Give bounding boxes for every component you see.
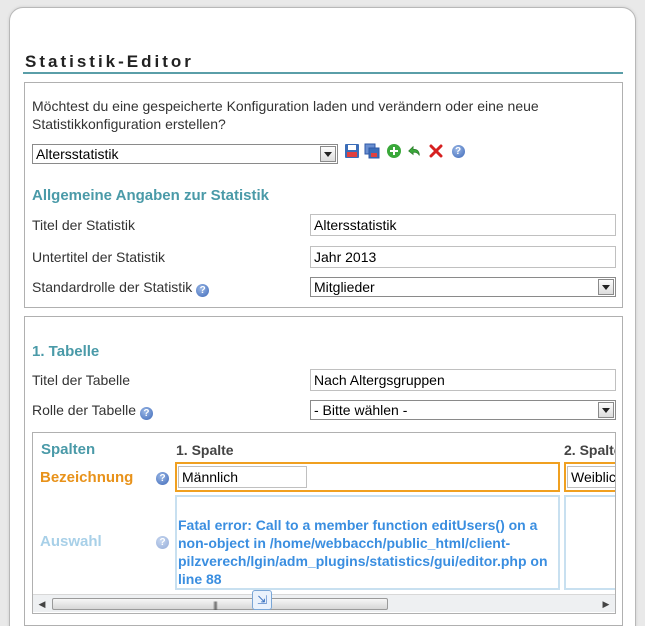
horizontal-scrollbar[interactable]: ◀ ||| ▶ [33, 594, 615, 612]
scrollbar-thumb[interactable]: ||| [52, 598, 388, 610]
help-icon[interactable]: ? [450, 143, 466, 159]
default-role-label: Standardrolle der Statistik ? [32, 279, 210, 297]
table-title-label: Titel der Tabelle [32, 372, 131, 388]
statistic-title-label: Titel der Statistik [32, 217, 135, 233]
bezeichnung-label: Bezeichnung [40, 469, 134, 486]
columns-panel: Spalten 1. Spalte 2. Spalte Bezeichnung … [32, 432, 616, 614]
column-2-header: 2. Spalte [564, 442, 616, 458]
columns-heading: Spalten [41, 441, 96, 458]
column-2-bezeichnung-input[interactable]: Weiblich [567, 466, 615, 488]
expand-icon[interactable]: ⇲ [252, 590, 272, 610]
save-as-icon[interactable] [364, 143, 380, 159]
error-message: Fatal error: Call to a member function e… [178, 517, 548, 587]
chevron-down-icon[interactable] [598, 279, 614, 295]
default-role-select[interactable]: Mitglieder [310, 277, 616, 297]
intro-text: Möchtest du eine gespeicherte Konfigurat… [32, 98, 539, 132]
table-role-label: Rolle der Tabelle ? [32, 402, 153, 420]
column-1-bezeichnung-input[interactable]: Männlich [178, 466, 307, 488]
undo-icon[interactable] [406, 143, 422, 159]
table-role-label-text: Rolle der Tabelle [32, 402, 137, 418]
help-icon[interactable]: ? [196, 284, 210, 297]
table-heading: 1. Tabelle [32, 343, 100, 360]
help-icon[interactable]: ? [156, 536, 169, 549]
statistic-title-input[interactable]: Altersstatistik [310, 214, 616, 236]
column-2-auswahl-cell [564, 495, 615, 590]
statistic-subtitle-input[interactable]: Jahr 2013 [310, 246, 616, 268]
table-title-input[interactable]: Nach Altergsgruppen [310, 369, 616, 391]
table-role-value: - Bitte wählen - [314, 402, 408, 418]
help-icon[interactable]: ? [139, 407, 153, 420]
config-select[interactable]: Altersstatistik [32, 144, 338, 164]
default-role-label-text: Standardrolle der Statistik [32, 279, 193, 295]
grip-icon: ||| [213, 600, 218, 610]
delete-icon[interactable] [428, 143, 444, 159]
column-1-bezeichnung-cell: Männlich [175, 462, 560, 492]
default-role-value: Mitglieder [314, 279, 375, 295]
config-select-value: Altersstatistik [36, 146, 119, 162]
column-1-header: 1. Spalte [176, 442, 234, 458]
general-heading: Allgemeine Angaben zur Statistik [32, 187, 269, 204]
scroll-right-icon[interactable]: ▶ [599, 597, 613, 611]
auswahl-label: Auswahl [40, 533, 102, 550]
table-role-select[interactable]: - Bitte wählen - [310, 400, 616, 420]
column-2-bezeichnung-cell: Weiblich [564, 462, 615, 492]
title-divider [23, 72, 623, 74]
page-title: Statistik-Editor [25, 52, 194, 71]
chevron-down-icon[interactable] [598, 402, 614, 418]
save-icon[interactable] [344, 143, 360, 159]
chevron-down-icon[interactable] [320, 146, 336, 162]
column-1-auswahl-cell: Fatal error: Call to a member function e… [175, 495, 560, 590]
statistic-subtitle-label: Untertitel der Statistik [32, 249, 166, 265]
scroll-left-icon[interactable]: ◀ [35, 597, 49, 611]
add-icon[interactable] [386, 143, 402, 159]
help-icon[interactable]: ? [156, 472, 169, 485]
